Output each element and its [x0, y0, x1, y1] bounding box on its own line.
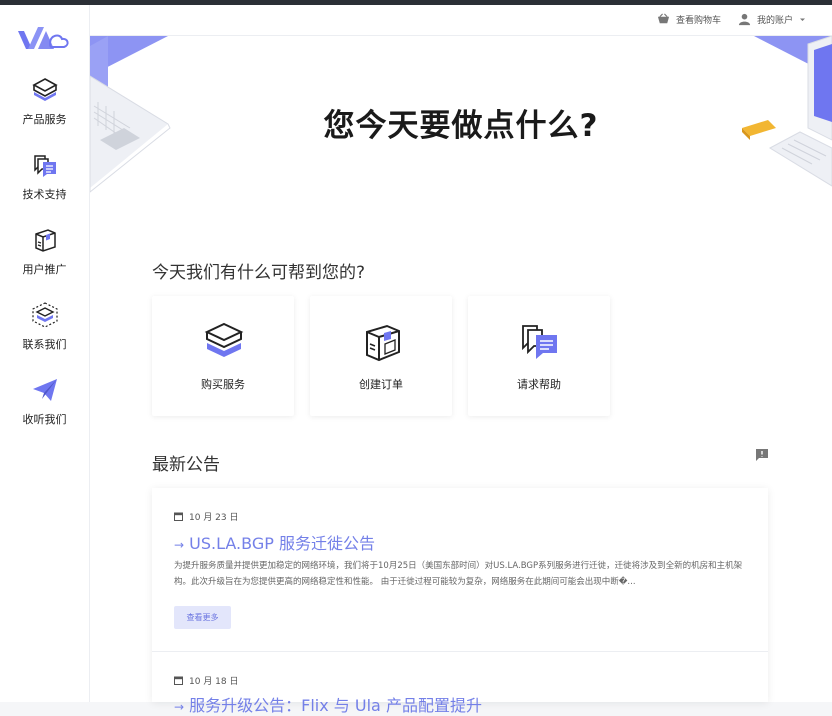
- paper-plane-icon: [32, 379, 57, 401]
- divider: [152, 651, 768, 652]
- read-more-button[interactable]: 查看更多: [174, 606, 231, 629]
- announcements-list: 10 月 23 日 → US.LA.BGP 服务迁徙公告 为提升服务质量并提供更…: [152, 488, 768, 715]
- sidebar-item-promotion[interactable]: 用户推广: [0, 225, 89, 277]
- announcement-date: 10 月 23 日: [174, 510, 239, 523]
- hero-banner: 您今天要做点什么?: [90, 36, 832, 236]
- view-cart-label: 查看购物车: [676, 16, 722, 26]
- arrow-right-icon: →: [174, 700, 185, 714]
- my-account-menu[interactable]: 我的账户: [738, 13, 806, 26]
- announcement-title-text: US.LA.BGP 服务迁徙公告: [189, 534, 375, 553]
- announcement-date-text: 10 月 23 日: [189, 513, 239, 523]
- calendar-icon: [174, 676, 183, 685]
- request-help-label: 请求帮助: [517, 378, 561, 391]
- announcement-body: 为提升服务质量并提供更加稳定的网络环境，我们将于10月25日（美国东部时间）对U…: [174, 561, 743, 587]
- chat-bubbles-icon: [522, 325, 557, 359]
- sidebar-item-label: 产品服务: [22, 113, 67, 126]
- sidebar-item-label: 联系我们: [22, 338, 67, 351]
- chevron-down-icon: [800, 18, 806, 21]
- announcement-date: 10 月 18 日: [174, 674, 239, 687]
- request-help-card[interactable]: 请求帮助: [468, 296, 610, 416]
- brand-logo[interactable]: [16, 19, 70, 55]
- sidebar-item-products[interactable]: 产品服务: [0, 75, 89, 127]
- page-title: 您今天要做点什么?: [323, 108, 599, 144]
- my-account-label: 我的账户: [757, 16, 794, 26]
- arrow-right-icon: →: [174, 538, 185, 552]
- calendar-icon: [174, 512, 183, 521]
- sidebar-item-follow[interactable]: 收听我们: [0, 375, 89, 427]
- chat-bubbles-icon: [33, 155, 56, 177]
- create-order-label: 创建订单: [359, 378, 403, 391]
- announcement-icon[interactable]: [755, 448, 769, 462]
- help-section-title: 今天我们有什么可帮到您的?: [152, 263, 366, 283]
- announcement-title-text: 服务升级公告：Flix 与 Ula 产品配置提升: [189, 696, 482, 715]
- announcement-date-text: 10 月 18 日: [189, 677, 239, 687]
- buy-service-label: 购买服务: [201, 378, 245, 391]
- cart-basket-icon: [657, 13, 670, 24]
- sidebar-item-support[interactable]: 技术支持: [0, 150, 89, 202]
- buy-service-card[interactable]: 购买服务: [152, 296, 294, 416]
- top-header: 查看购物车 我的账户: [90, 5, 832, 36]
- layers-icon: [31, 302, 58, 328]
- user-icon: [738, 13, 751, 26]
- package-icon: [34, 229, 56, 252]
- sidebar: 产品服务 技术支持 用户推广 联系我们 收听我们: [0, 5, 90, 702]
- package-icon: [366, 324, 400, 362]
- main-content: 今天我们有什么可帮到您的? 购买服务 创建订单 请求帮助 最新公告 10 月 2…: [90, 236, 832, 715]
- sidebar-item-label: 用户推广: [22, 263, 67, 276]
- sidebar-item-label: 技术支持: [22, 188, 67, 201]
- create-order-card[interactable]: 创建订单: [310, 296, 452, 416]
- sidebar-item-label: 收听我们: [22, 413, 67, 426]
- sidebar-item-contact[interactable]: 联系我们: [0, 300, 89, 352]
- announcement-title-link[interactable]: → US.LA.BGP 服务迁徙公告: [174, 530, 375, 554]
- box-icon: [31, 78, 58, 101]
- announcement-title-link[interactable]: → 服务升级公告：Flix 与 Ula 产品配置提升: [174, 692, 482, 716]
- announcements-title: 最新公告: [152, 455, 220, 475]
- view-cart-link[interactable]: 查看购物车: [657, 13, 721, 26]
- box-icon: [204, 322, 244, 357]
